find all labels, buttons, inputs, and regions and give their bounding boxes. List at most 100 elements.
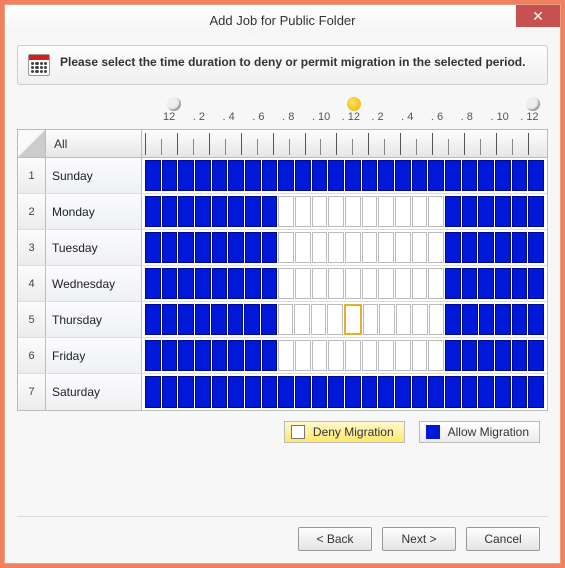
time-slot[interactable] <box>162 304 178 335</box>
time-slot[interactable] <box>362 268 378 299</box>
time-slot[interactable] <box>145 232 161 263</box>
grid-corner[interactable] <box>18 130 46 157</box>
time-slot[interactable] <box>262 376 278 408</box>
time-slot[interactable] <box>378 232 394 263</box>
day-number[interactable]: 5 <box>18 302 46 337</box>
time-slot[interactable] <box>345 196 361 227</box>
day-name[interactable]: Wednesday <box>46 266 142 301</box>
time-slot[interactable] <box>445 304 461 335</box>
legend-deny[interactable]: Deny Migration <box>284 421 405 443</box>
time-slot[interactable] <box>412 232 428 263</box>
time-slot[interactable] <box>162 160 178 191</box>
time-slot[interactable] <box>378 340 394 371</box>
time-slot[interactable] <box>178 196 194 227</box>
cancel-button[interactable]: Cancel <box>466 527 540 551</box>
time-slot[interactable] <box>445 232 461 263</box>
time-slot[interactable] <box>145 304 161 335</box>
time-slot[interactable] <box>228 196 244 227</box>
time-slot[interactable] <box>312 196 328 227</box>
time-slot[interactable] <box>445 196 461 227</box>
time-slot[interactable] <box>428 196 444 227</box>
time-slot[interactable] <box>312 340 328 371</box>
time-slot[interactable] <box>462 268 478 299</box>
time-slot[interactable] <box>262 340 278 371</box>
time-slot[interactable] <box>512 340 528 371</box>
time-slot[interactable] <box>512 376 528 408</box>
day-name[interactable]: Saturday <box>46 374 142 410</box>
time-slot[interactable] <box>478 196 494 227</box>
time-slot[interactable] <box>262 268 278 299</box>
time-slot[interactable] <box>495 232 511 263</box>
time-slot[interactable] <box>312 160 328 191</box>
time-slot[interactable] <box>395 268 411 299</box>
time-slot[interactable] <box>428 268 444 299</box>
time-slot[interactable] <box>162 196 178 227</box>
time-slot[interactable] <box>445 376 461 408</box>
time-slot[interactable] <box>395 340 411 371</box>
time-slot[interactable] <box>478 340 494 371</box>
time-slot[interactable] <box>362 196 378 227</box>
day-name[interactable]: Thursday <box>46 302 142 337</box>
time-slot[interactable] <box>195 196 211 227</box>
time-slot[interactable] <box>295 268 311 299</box>
time-slot[interactable] <box>228 160 244 191</box>
time-slot[interactable] <box>378 196 394 227</box>
time-slot[interactable] <box>528 196 544 227</box>
time-slot[interactable] <box>245 340 261 371</box>
time-slot[interactable] <box>462 376 478 408</box>
time-slot[interactable] <box>428 232 444 263</box>
time-slot[interactable] <box>495 196 511 227</box>
time-slot[interactable] <box>195 160 211 191</box>
hour-ticks[interactable] <box>142 130 547 157</box>
time-slot[interactable] <box>195 268 211 299</box>
time-slot[interactable] <box>362 340 378 371</box>
time-slot[interactable] <box>363 304 379 335</box>
time-slot[interactable] <box>278 232 294 263</box>
time-slot[interactable] <box>245 376 261 408</box>
day-name[interactable]: Sunday <box>46 158 142 193</box>
day-number[interactable]: 1 <box>18 158 46 193</box>
time-slot[interactable] <box>178 232 194 263</box>
time-slot[interactable] <box>195 232 211 263</box>
time-slot[interactable] <box>344 304 362 335</box>
time-slot[interactable] <box>195 340 211 371</box>
time-slot[interactable] <box>528 340 544 371</box>
time-slot[interactable] <box>478 160 494 191</box>
time-slot[interactable] <box>262 232 278 263</box>
time-slot[interactable] <box>362 160 378 191</box>
time-slot[interactable] <box>378 268 394 299</box>
time-slot[interactable] <box>462 304 478 335</box>
day-name[interactable]: Tuesday <box>46 230 142 265</box>
time-slot[interactable] <box>412 376 428 408</box>
time-slot[interactable] <box>445 340 461 371</box>
time-slot[interactable] <box>178 376 194 408</box>
time-slot[interactable] <box>429 304 445 335</box>
time-slot[interactable] <box>278 268 294 299</box>
time-slot[interactable] <box>328 160 344 191</box>
time-slot[interactable] <box>479 304 495 335</box>
time-slot[interactable] <box>162 268 178 299</box>
time-slot[interactable] <box>378 376 394 408</box>
time-slot[interactable] <box>228 376 244 408</box>
time-slot[interactable] <box>178 340 194 371</box>
time-slot[interactable] <box>345 340 361 371</box>
time-slot[interactable] <box>512 268 528 299</box>
time-slot[interactable] <box>395 196 411 227</box>
time-slot[interactable] <box>245 196 261 227</box>
time-slot[interactable] <box>512 232 528 263</box>
time-slot[interactable] <box>145 196 161 227</box>
time-slot[interactable] <box>228 304 244 335</box>
day-name[interactable]: Friday <box>46 338 142 373</box>
time-slot[interactable] <box>212 196 228 227</box>
time-slot[interactable] <box>178 160 194 191</box>
time-slot[interactable] <box>478 376 494 408</box>
time-slot[interactable] <box>212 340 228 371</box>
time-slot[interactable] <box>312 232 328 263</box>
next-button[interactable]: Next > <box>382 527 456 551</box>
time-slot[interactable] <box>445 268 461 299</box>
time-slot[interactable] <box>345 160 361 191</box>
time-slot[interactable] <box>178 268 194 299</box>
time-slot[interactable] <box>145 268 161 299</box>
time-slot[interactable] <box>362 232 378 263</box>
time-slot[interactable] <box>528 268 544 299</box>
